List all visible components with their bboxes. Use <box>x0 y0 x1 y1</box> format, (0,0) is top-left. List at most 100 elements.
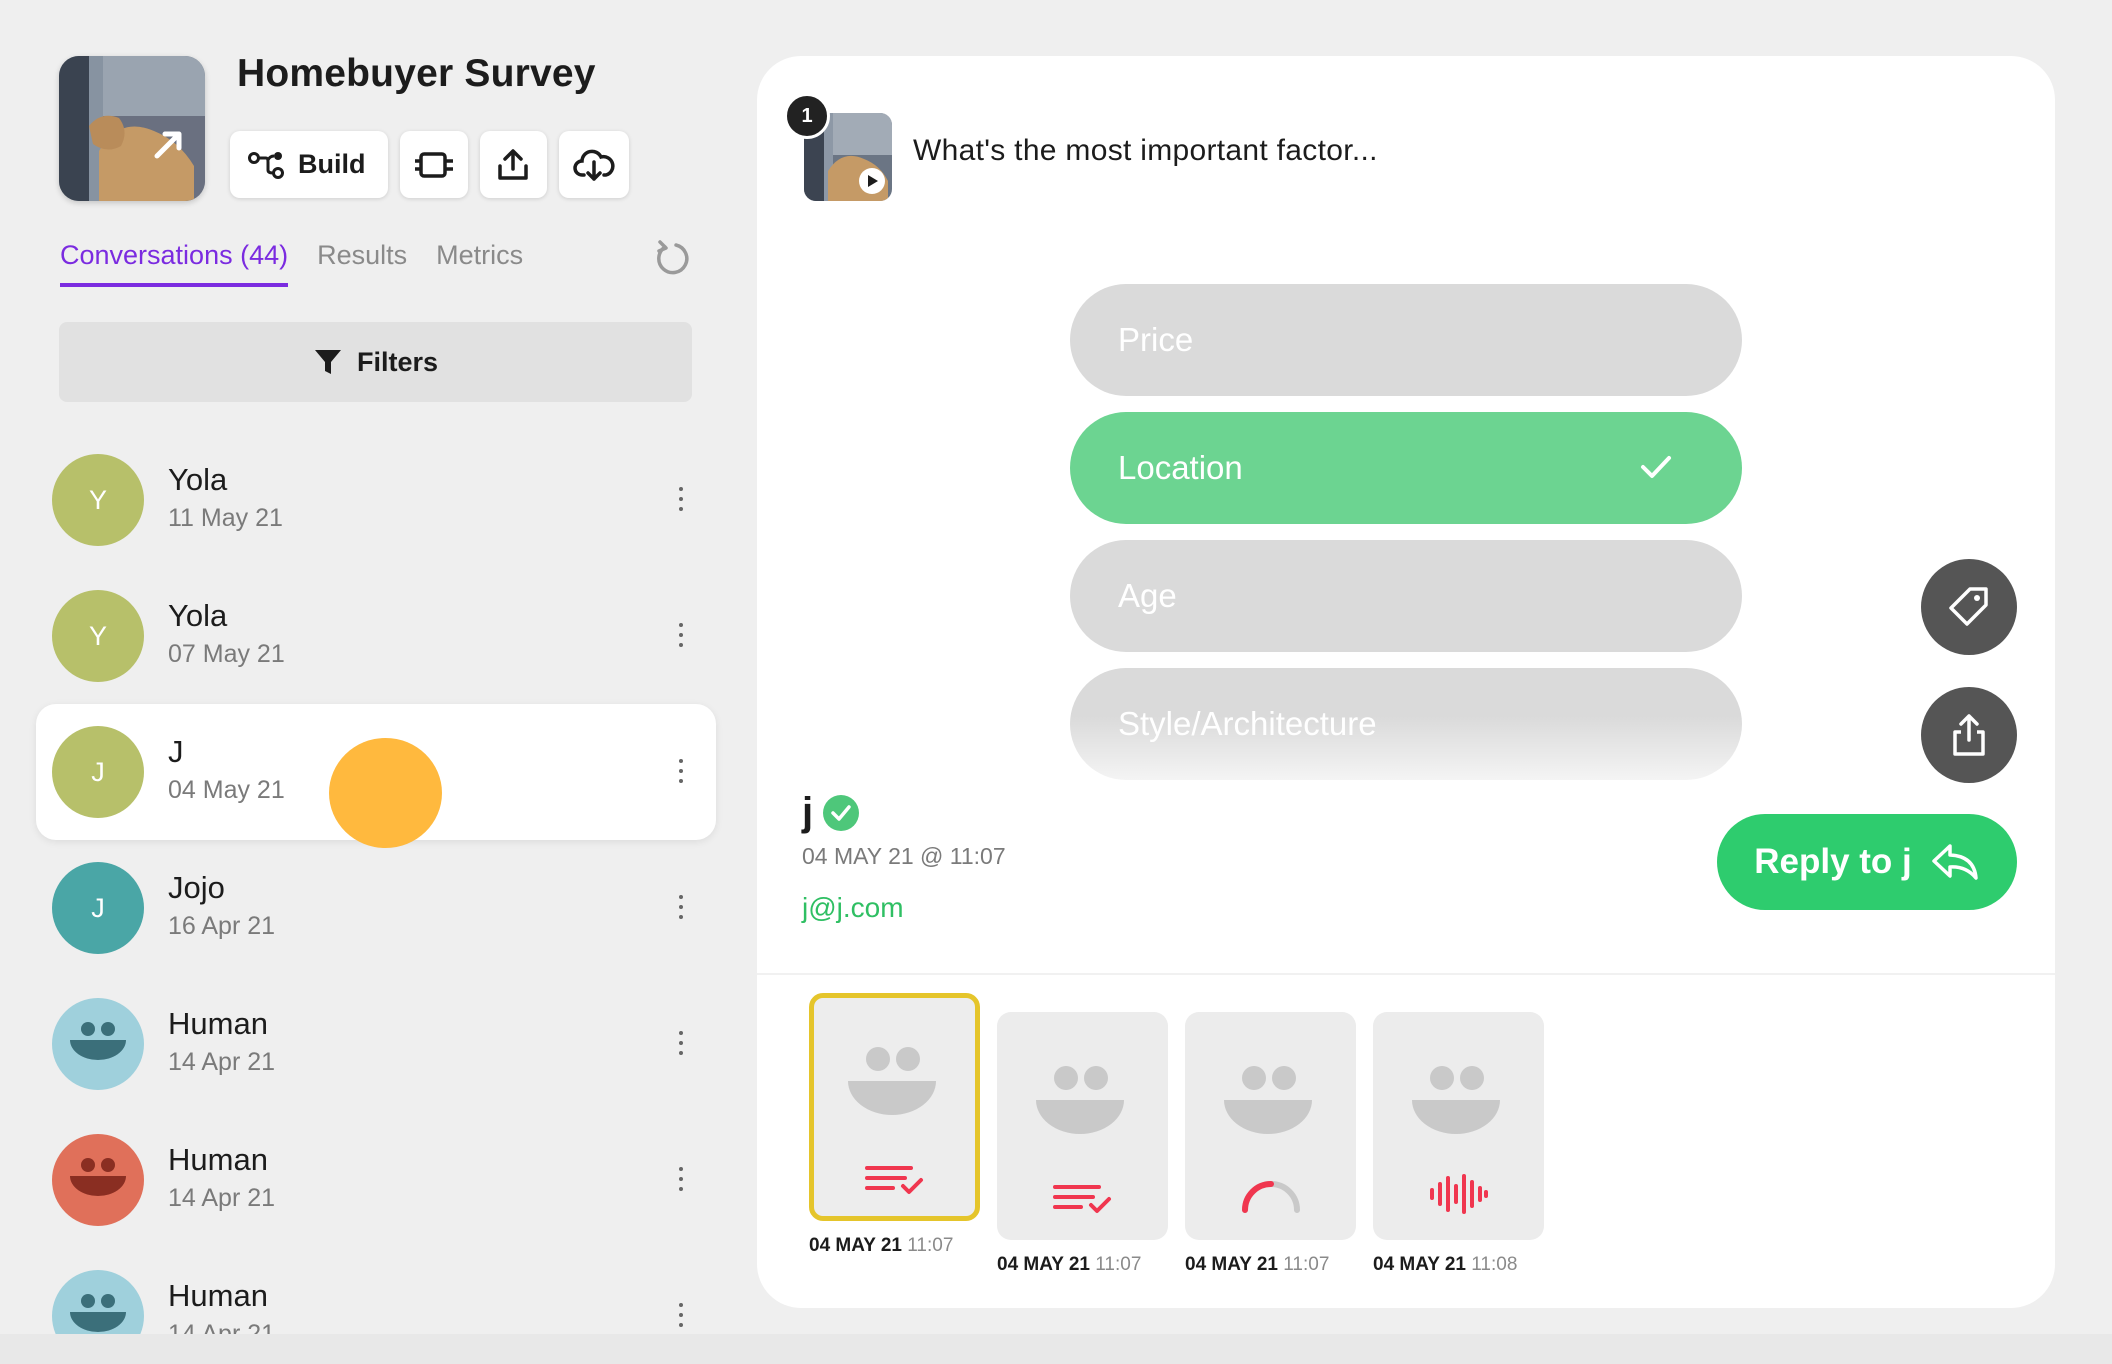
embed-button[interactable] <box>399 131 468 198</box>
human-face-avatar-icon <box>52 1134 144 1226</box>
build-label: Build <box>298 149 366 179</box>
tag-icon <box>1949 587 1988 626</box>
more-options-icon[interactable] <box>676 1164 686 1198</box>
conversation-item[interactable]: J Jojo 16 Apr 21 <box>36 840 716 976</box>
tab-metrics[interactable]: Metrics <box>436 240 523 287</box>
tab-conversations[interactable]: Conversations (44) <box>60 240 289 287</box>
pointer-cursor-indicator <box>329 738 442 848</box>
conversation-detail-card: 1 What's the most important factor... Pr… <box>757 56 2055 1308</box>
response-timestamp: 04 MAY 21 11:07 <box>997 1254 1142 1275</box>
sidebar: Homebuyer Survey Build Conversations (44… <box>0 0 740 1364</box>
choice-option[interactable]: Price <box>1070 284 1742 396</box>
choice-label: Age <box>1118 577 1177 614</box>
choices-scroll-fade <box>1057 716 1757 826</box>
embed-frame-icon <box>414 151 453 178</box>
conversation-name: Yola <box>168 598 228 633</box>
conversation-date: 14 Apr 21 <box>168 1048 276 1076</box>
funnel-icon <box>314 350 341 374</box>
conversation-name: J <box>168 734 184 769</box>
response-item[interactable]: 04 MAY 21 11:08 <box>1373 1012 1544 1276</box>
survey-thumbnail[interactable] <box>59 56 205 201</box>
response-item[interactable]: 04 MAY 21 11:07 <box>1185 1012 1356 1276</box>
rating-gauge-icon <box>1241 1181 1300 1213</box>
tab-results[interactable]: Results <box>317 240 407 287</box>
verified-check-icon <box>823 794 860 831</box>
face-placeholder-icon <box>1412 1066 1500 1134</box>
build-flow-icon <box>248 151 284 179</box>
sidebar-tabs: Conversations (44) Results Metrics <box>60 240 523 287</box>
share-button[interactable] <box>479 131 547 198</box>
conversation-item[interactable]: Human 14 Apr 21 <box>36 976 716 1112</box>
choice-label: Price <box>1118 321 1194 358</box>
bottom-edge-bar <box>0 1334 2112 1364</box>
audio-waveform-icon <box>1429 1174 1488 1214</box>
avatar: Y <box>52 590 144 682</box>
conversation-date: 14 Apr 21 <box>168 1184 276 1212</box>
response-timeline: 04 MAY 21 11:07 04 MAY 21 11:07 04 MAY 2… <box>809 993 1544 1276</box>
more-options-icon[interactable] <box>676 620 686 654</box>
more-options-icon[interactable] <box>676 1028 686 1062</box>
response-tile <box>1373 1012 1544 1240</box>
response-item[interactable]: 04 MAY 21 11:07 <box>997 1012 1168 1276</box>
question-title: What's the most important factor... <box>913 134 1378 167</box>
avatar: J <box>52 862 144 954</box>
question-number-badge: 1 <box>784 93 830 139</box>
conversation-item[interactable]: Human 14 Apr 21 <box>36 1112 716 1248</box>
reply-button[interactable]: Reply to j <box>1717 814 2017 910</box>
filters-label: Filters <box>356 346 439 377</box>
avatar: Y <box>52 454 144 546</box>
respondent-info: j 04 MAY 21 @ 11:07 j@j.com <box>802 790 1006 924</box>
respondent-timestamp: 04 MAY 21 @ 11:07 <box>802 843 1006 869</box>
multiple-choice-icon <box>864 1166 923 1194</box>
reply-label: Reply to j <box>1754 842 1912 881</box>
more-options-icon[interactable] <box>676 484 686 518</box>
human-face-avatar-icon <box>52 998 144 1090</box>
conversation-name: Human <box>168 1278 268 1313</box>
survey-title: Homebuyer Survey <box>237 52 596 95</box>
conversation-date: 07 May 21 <box>168 640 285 668</box>
more-options-icon[interactable] <box>676 1300 686 1334</box>
conversation-date: 16 Apr 21 <box>168 912 276 940</box>
conversation-name: Jojo <box>168 870 225 905</box>
response-tile <box>809 993 980 1221</box>
avatar: J <box>52 726 144 818</box>
divider <box>757 973 2055 975</box>
download-button[interactable] <box>558 131 629 198</box>
respondent-name: j <box>802 790 814 834</box>
face-placeholder-icon <box>1224 1066 1312 1134</box>
tag-button[interactable] <box>1921 559 2017 655</box>
response-tile <box>1185 1012 1356 1240</box>
face-placeholder-icon <box>1036 1066 1124 1134</box>
cloud-download-icon <box>572 149 615 181</box>
conversation-name: Human <box>168 1006 268 1041</box>
conversation-date: 04 May 21 <box>168 776 285 804</box>
refresh-icon[interactable] <box>654 239 692 277</box>
conversation-name: Yola <box>168 462 228 497</box>
choice-option[interactable]: Age <box>1070 540 1742 652</box>
choice-label: Location <box>1118 449 1243 486</box>
build-button[interactable]: Build <box>230 131 388 198</box>
conversation-item[interactable]: Y Yola 11 May 21 <box>36 432 716 568</box>
response-timestamp: 04 MAY 21 11:08 <box>1373 1254 1518 1275</box>
conversation-item[interactable]: Y Yola 07 May 21 <box>36 568 716 704</box>
survey-toolbar: Build <box>230 131 629 198</box>
reply-arrow-icon <box>1932 844 1978 880</box>
share-upload-icon <box>1953 714 1985 756</box>
choice-option-selected[interactable]: Location <box>1070 412 1742 524</box>
more-options-icon[interactable] <box>676 892 686 926</box>
response-timestamp: 04 MAY 21 11:07 <box>809 1235 954 1256</box>
checkmark-icon <box>1641 456 1671 478</box>
conversation-name: Human <box>168 1142 268 1177</box>
more-options-icon[interactable] <box>676 756 686 790</box>
conversation-list: Y Yola 11 May 21 Y Yola 07 May 21 J J 04… <box>36 432 716 1364</box>
response-timestamp: 04 MAY 21 11:07 <box>1185 1254 1330 1275</box>
respondent-email[interactable]: j@j.com <box>802 892 1006 924</box>
response-tile <box>997 1012 1168 1240</box>
conversation-date: 11 May 21 <box>168 504 283 532</box>
share-response-button[interactable] <box>1921 687 2017 783</box>
response-item-active[interactable]: 04 MAY 21 11:07 <box>809 993 980 1257</box>
multiple-choice-icon <box>1052 1185 1111 1213</box>
face-placeholder-icon <box>848 1047 936 1115</box>
upload-icon <box>498 148 528 180</box>
filters-button[interactable]: Filters <box>59 322 692 402</box>
